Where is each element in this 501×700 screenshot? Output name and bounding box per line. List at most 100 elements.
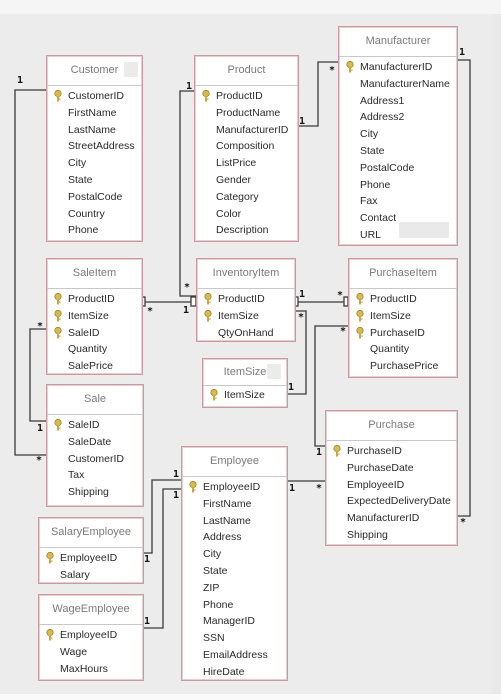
table-manufacturer[interactable]: Manufacturer ManufacturerID ManufacturerNa… bbox=[338, 26, 458, 246]
table-purchaseitem[interactable]: PurchaseItem ProductID ItemSize PurchaseID Q… bbox=[348, 258, 458, 378]
field-row[interactable]: PostalCode bbox=[47, 189, 142, 206]
field-row[interactable]: City bbox=[47, 155, 142, 172]
table-title[interactable]: SalaryEmployee bbox=[39, 518, 143, 548]
field-name: LastName bbox=[68, 123, 116, 136]
table-title[interactable]: SaleItem bbox=[47, 259, 142, 289]
field-row[interactable]: ProductID bbox=[195, 88, 298, 105]
field-row[interactable]: EmployeeID bbox=[39, 627, 143, 644]
table-title[interactable]: ItemSize bbox=[203, 359, 287, 386]
field-row[interactable]: SaleID bbox=[47, 325, 142, 342]
field-row[interactable]: Gender bbox=[195, 172, 298, 189]
field-row[interactable]: Shipping bbox=[47, 484, 143, 501]
field-name: ExpectedDeliveryDate bbox=[347, 495, 451, 508]
primary-key-icon bbox=[46, 628, 54, 641]
field-row[interactable]: SaleDate bbox=[47, 434, 143, 451]
table-customer[interactable]: Customer CustomerID FirstName LastName Stree… bbox=[46, 55, 143, 242]
table-saleitem[interactable]: SaleItem ProductID ItemSize SaleID Quantity S… bbox=[46, 258, 143, 375]
field-row[interactable]: Fax bbox=[339, 193, 457, 210]
field-row[interactable]: ProductID bbox=[47, 291, 142, 308]
field-row[interactable]: State bbox=[47, 172, 142, 189]
table-inventoryitem[interactable]: InventoryItem ProductID ItemSize QtyOnHand bbox=[196, 258, 296, 342]
field-row[interactable]: PurchasePrice bbox=[349, 358, 457, 375]
field-row[interactable]: EmployeeID bbox=[182, 479, 287, 496]
field-row[interactable]: Salary bbox=[39, 567, 143, 584]
field-row[interactable]: EmailAddress bbox=[182, 647, 287, 664]
field-row[interactable]: SSN bbox=[182, 630, 287, 647]
field-row[interactable]: ExpectedDeliveryDate bbox=[326, 493, 457, 510]
table-title[interactable]: WageEmployee bbox=[39, 595, 143, 625]
table-purchase[interactable]: Purchase PurchaseID PurchaseDate EmployeeID… bbox=[325, 410, 458, 546]
field-row[interactable]: ManagerID bbox=[182, 613, 287, 630]
table-title[interactable]: Purchase bbox=[326, 411, 457, 441]
field-row[interactable]: ManufacturerID bbox=[326, 510, 457, 527]
field-row[interactable]: ItemSize bbox=[203, 387, 287, 404]
field-row[interactable]: ItemSize bbox=[197, 308, 295, 325]
field-row[interactable]: Address2 bbox=[339, 109, 457, 126]
field-row[interactable]: State bbox=[339, 143, 457, 160]
field-row[interactable]: Shipping bbox=[326, 527, 457, 544]
table-itemsize[interactable]: ItemSize ItemSize bbox=[202, 358, 288, 408]
table-title[interactable]: Employee bbox=[182, 447, 287, 477]
field-row[interactable]: State bbox=[182, 563, 287, 580]
field-row[interactable]: Tax bbox=[47, 467, 143, 484]
field-row[interactable]: Category bbox=[195, 189, 298, 206]
field-row[interactable]: PurchaseID bbox=[349, 325, 457, 342]
field-row[interactable]: ManufacturerID bbox=[195, 122, 298, 139]
field-name: URL bbox=[360, 228, 382, 241]
field-row[interactable]: Quantity bbox=[47, 341, 142, 358]
table-title[interactable]: Customer bbox=[47, 56, 142, 86]
primary-key-icon bbox=[356, 309, 364, 322]
field-row[interactable]: ProductID bbox=[349, 291, 457, 308]
field-row[interactable]: CustomerID bbox=[47, 88, 142, 105]
table-title[interactable]: InventoryItem bbox=[197, 259, 295, 289]
table-title[interactable]: Sale bbox=[47, 385, 143, 415]
field-row[interactable]: Color bbox=[195, 206, 298, 223]
field-row[interactable]: ManufacturerName bbox=[339, 76, 457, 93]
field-name: ManufacturerName bbox=[360, 77, 450, 90]
field-row[interactable]: FirstName bbox=[47, 105, 142, 122]
field-row[interactable]: PurchaseDate bbox=[326, 460, 457, 477]
field-row[interactable]: EmployeeID bbox=[39, 550, 143, 567]
table-product[interactable]: Product ProductID ProductName ManufacturerI… bbox=[194, 55, 299, 242]
field-row[interactable]: Address bbox=[182, 529, 287, 546]
field-row[interactable]: ListPrice bbox=[195, 155, 298, 172]
field-row[interactable]: Country bbox=[47, 206, 142, 223]
field-row[interactable]: Composition bbox=[195, 138, 298, 155]
table-salaryemployee[interactable]: SalaryEmployee EmployeeID Salary bbox=[38, 517, 144, 584]
table-title[interactable]: Manufacturer bbox=[339, 27, 457, 57]
field-row[interactable]: ItemSize bbox=[47, 308, 142, 325]
field-row[interactable]: City bbox=[182, 546, 287, 563]
field-row[interactable]: Phone bbox=[182, 597, 287, 614]
field-row[interactable]: Address1 bbox=[339, 93, 457, 110]
field-row[interactable]: LastName bbox=[47, 122, 142, 139]
field-row[interactable]: MaxHours bbox=[39, 661, 143, 678]
field-row[interactable]: Phone bbox=[339, 177, 457, 194]
table-sale[interactable]: Sale SaleID SaleDate CustomerID Tax Shipping bbox=[46, 384, 144, 507]
table-employee[interactable]: Employee EmployeeID FirstName LastName Addre… bbox=[181, 446, 288, 681]
field-row[interactable]: Quantity bbox=[349, 341, 457, 358]
field-row[interactable]: EmployeeID bbox=[326, 477, 457, 494]
field-row[interactable]: Wage bbox=[39, 644, 143, 661]
field-row[interactable]: ProductID bbox=[197, 291, 295, 308]
table-title[interactable]: Product bbox=[195, 56, 298, 86]
table-title[interactable]: PurchaseItem bbox=[349, 259, 457, 289]
field-row[interactable]: CustomerID bbox=[47, 451, 143, 468]
field-row[interactable]: QtyOnHand bbox=[197, 325, 295, 342]
field-row[interactable]: PurchaseID bbox=[326, 443, 457, 460]
field-row[interactable]: Description bbox=[195, 222, 298, 239]
field-row[interactable]: HireDate bbox=[182, 664, 287, 681]
field-name: Salary bbox=[60, 568, 90, 581]
field-row[interactable]: City bbox=[339, 126, 457, 143]
field-row[interactable]: ManufacturerID bbox=[339, 59, 457, 76]
field-row[interactable]: StreetAddress bbox=[47, 138, 142, 155]
field-row[interactable]: ZIP bbox=[182, 580, 287, 597]
field-row[interactable]: SalePrice bbox=[47, 358, 142, 375]
field-row[interactable]: LastName bbox=[182, 513, 287, 530]
field-row[interactable]: SaleID bbox=[47, 417, 143, 434]
field-row[interactable]: PostalCode bbox=[339, 160, 457, 177]
field-row[interactable]: FirstName bbox=[182, 496, 287, 513]
field-row[interactable]: Phone bbox=[47, 222, 142, 239]
field-row[interactable]: ItemSize bbox=[349, 308, 457, 325]
field-row[interactable]: ProductName bbox=[195, 105, 298, 122]
table-wageemployee[interactable]: WageEmployee EmployeeID Wage MaxHours bbox=[38, 594, 144, 681]
